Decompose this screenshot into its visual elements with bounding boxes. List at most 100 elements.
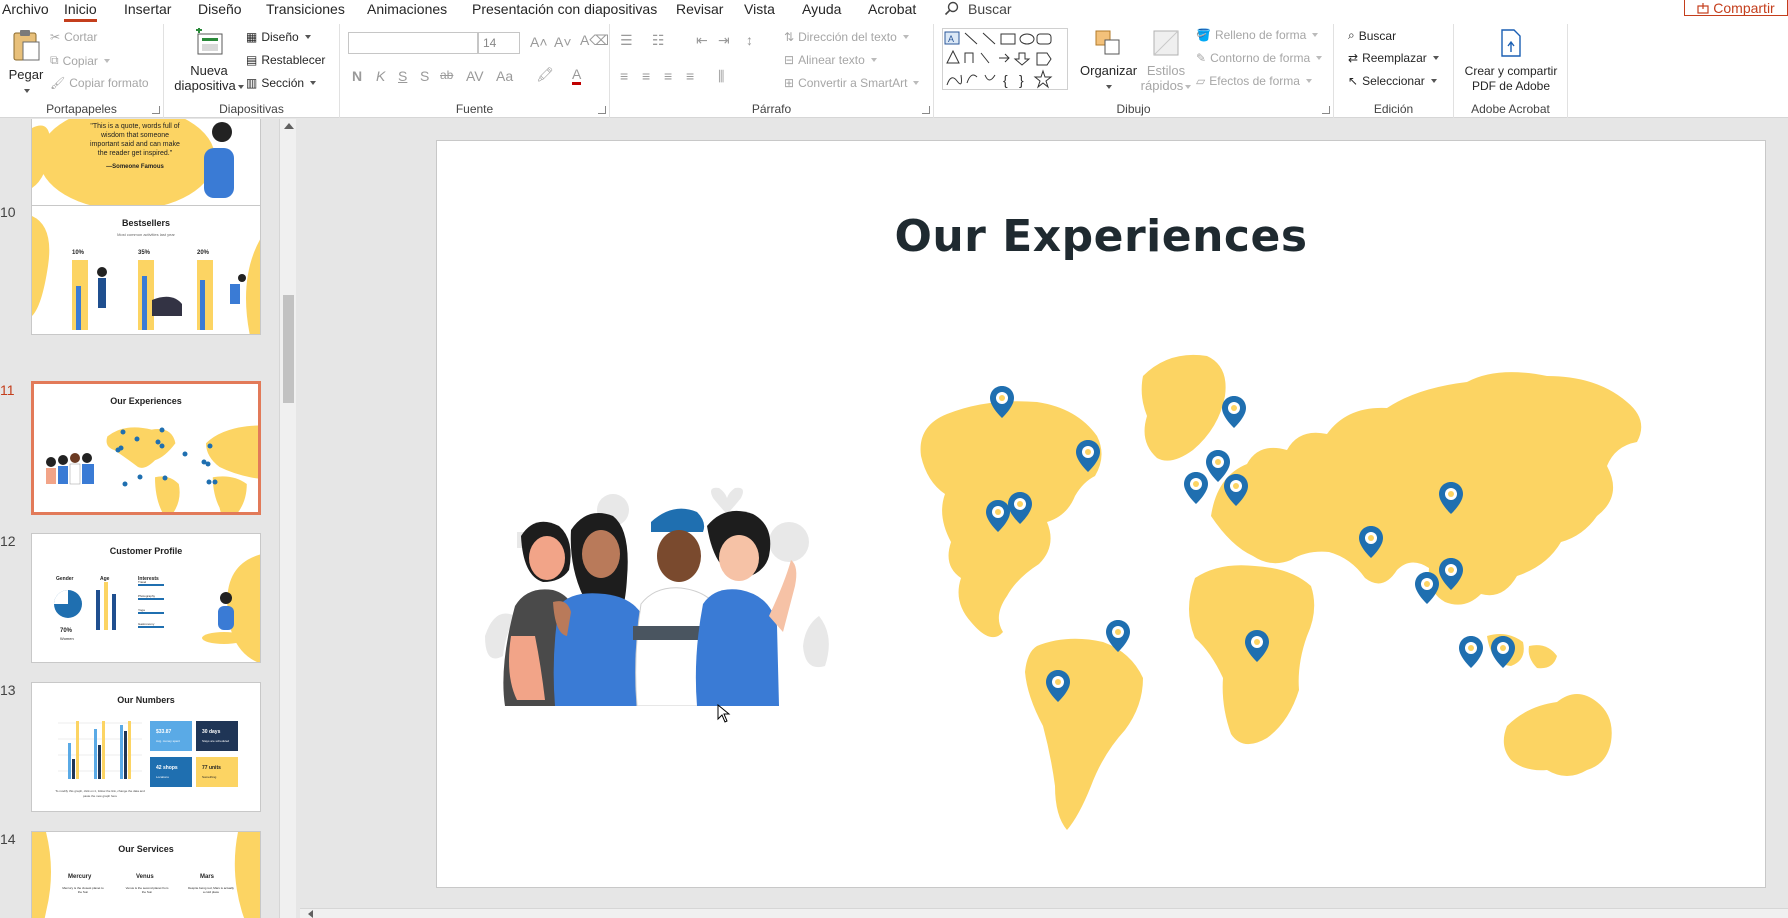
find-button[interactable]: ⌕ Buscar: [1348, 28, 1396, 43]
arrange-button[interactable]: Organizar: [1080, 28, 1138, 93]
slide-title[interactable]: Our Experiences: [437, 211, 1765, 262]
slide-number-13: 13: [0, 682, 16, 698]
tab-diseno[interactable]: Diseño: [198, 0, 242, 18]
world-map[interactable]: [907, 346, 1667, 846]
drawing-launcher-icon[interactable]: [1322, 106, 1330, 114]
create-pdf-icon: [1501, 29, 1521, 57]
char-spacing-icon[interactable]: AV: [466, 68, 484, 84]
align-left-icon[interactable]: ≡: [620, 68, 628, 84]
slide-thumbnail-14[interactable]: Our Services Mercury Mercury is the clos…: [31, 831, 261, 918]
tab-vista[interactable]: Vista: [744, 0, 775, 18]
quick-styles-button[interactable]: Estilos rápidos: [1140, 28, 1192, 93]
replace-label: Reemplazar: [1362, 51, 1427, 65]
slide-thumbnail-12[interactable]: Customer Profile Gender Age Interests 70…: [31, 533, 261, 663]
tab-archivo[interactable]: Archivo: [2, 0, 49, 18]
font-color-icon[interactable]: A: [572, 66, 582, 85]
new-slide-label-1: Nueva: [190, 63, 228, 78]
align-center-icon[interactable]: ≡: [642, 68, 650, 84]
arrange-label: Organizar: [1080, 63, 1138, 78]
font-size-combo[interactable]: 14: [478, 32, 520, 54]
tab-acrobat[interactable]: Acrobat: [868, 0, 916, 18]
slide-thumbnail-11[interactable]: Our Experiences: [31, 381, 261, 515]
group-paragraph: ☰ ☷ ⇤ ⇥ ↕ ⇅ Dirección del texto ⊟ Alinea…: [610, 24, 934, 118]
paste-button[interactable]: Pegar: [6, 28, 46, 97]
shrink-font-icon[interactable]: A˅: [554, 34, 572, 50]
columns-icon[interactable]: ⫼: [718, 68, 724, 85]
copy-label: Copiar: [62, 53, 98, 68]
highlight-icon[interactable]: 🖍: [536, 66, 554, 83]
shape-effects-button[interactable]: ▱ Efectos de forma: [1196, 74, 1312, 88]
search-box[interactable]: Buscar: [944, 0, 1012, 18]
select-button[interactable]: ↖ Seleccionar: [1348, 74, 1437, 88]
tab-inicio[interactable]: Inicio: [64, 0, 97, 22]
bold-button[interactable]: N: [352, 68, 362, 84]
reset-button[interactable]: ▤ Restablecer: [246, 53, 325, 67]
format-painter-button[interactable]: 🖌 Copiar formato: [50, 76, 149, 90]
paragraph-launcher-icon[interactable]: [922, 106, 930, 114]
current-slide[interactable]: Our Experiences: [436, 140, 1766, 888]
tab-presentacion[interactable]: Presentación con diapositivas: [472, 0, 657, 18]
scroll-left-icon[interactable]: [308, 910, 313, 918]
shapes-gallery[interactable]: A { }: [942, 28, 1068, 90]
tab-revisar[interactable]: Revisar: [676, 0, 723, 18]
scrollbar-thumb[interactable]: [283, 295, 294, 403]
line-spacing-icon[interactable]: ↕: [746, 32, 753, 48]
strikethrough-button[interactable]: ab: [440, 68, 453, 82]
decrease-indent-icon[interactable]: ⇤: [696, 32, 708, 49]
group-editing: ⌕ Buscar ⇄ Reemplazar ↖ Seleccionar Edic…: [1334, 24, 1454, 118]
clipboard-paste-icon: [13, 30, 40, 61]
increase-indent-icon[interactable]: ⇥: [718, 32, 730, 49]
slide-thumbnail-13[interactable]: Our Numbers $33.87 Avg. money spent 30 d…: [31, 682, 261, 812]
numbering-icon[interactable]: ☷: [652, 32, 665, 49]
section-label: Sección: [261, 76, 305, 90]
share-icon: [1697, 2, 1709, 14]
align-right-icon[interactable]: ≡: [664, 68, 672, 84]
thumb-9-quote: "This is a quote, words full of wisdom t…: [90, 123, 180, 157]
font-name-combo[interactable]: [348, 32, 478, 54]
scroll-up-icon[interactable]: [284, 123, 294, 129]
slides-group-label: Diapositivas: [219, 102, 284, 116]
thumbnail-scrollbar[interactable]: [279, 119, 296, 918]
tab-insertar[interactable]: Insertar: [124, 0, 171, 18]
group-drawing: A { } Organizar Estilos rápidos 🪣 Rellen…: [934, 24, 1334, 118]
tab-transiciones[interactable]: Transiciones: [266, 0, 345, 18]
tab-ayuda[interactable]: Ayuda: [802, 0, 841, 18]
shapes-gallery-icons: A { }: [944, 31, 1053, 89]
shadow-button[interactable]: S: [420, 68, 429, 84]
thumb-13-box3-big: 42 shops: [156, 765, 178, 771]
editing-group-label: Edición: [1373, 102, 1414, 116]
text-direction-button[interactable]: ⇅ Dirección del texto: [784, 30, 909, 44]
cut-button[interactable]: ✂ Cortar: [50, 30, 97, 44]
copy-button[interactable]: ⧉ Copiar: [50, 53, 110, 68]
layout-button[interactable]: ▦ Diseño: [246, 30, 311, 44]
underline-button[interactable]: S: [398, 68, 407, 84]
replace-button[interactable]: ⇄ Reemplazar: [1348, 51, 1439, 65]
mouse-cursor-icon: [717, 704, 731, 723]
change-case-icon[interactable]: Aa: [496, 68, 513, 84]
thumb-12-title: Customer Profile: [109, 546, 183, 556]
thumb-14-service-3-desc: Despite being red, Mars is actually a co…: [188, 886, 234, 894]
clear-format-icon[interactable]: A⌫: [580, 32, 609, 49]
grow-font-icon[interactable]: A˄: [530, 34, 548, 50]
create-pdf-button[interactable]: Crear y compartir PDF de Adobe: [1458, 28, 1564, 94]
slide-thumbnail-10[interactable]: Bestsellers Most common activities last …: [31, 205, 261, 335]
arrange-icon: [1095, 30, 1120, 55]
align-text-button[interactable]: ⊟ Alinear texto: [784, 53, 877, 67]
italic-button[interactable]: K: [376, 68, 385, 84]
shape-fill-button[interactable]: 🪣 Relleno de forma: [1196, 28, 1319, 42]
horizontal-scrollbar[interactable]: [300, 908, 1788, 918]
thumb-14-service-1: Mercury: [68, 874, 92, 880]
tab-animaciones[interactable]: Animaciones: [367, 0, 447, 18]
section-button[interactable]: ▥ Sección: [246, 76, 317, 90]
smartart-button[interactable]: ⊞ Convertir a SmartArt: [784, 76, 920, 90]
slide-number-14: 14: [0, 831, 16, 847]
powerpoint-window: Archivo Inicio Insertar Diseño Transicio…: [0, 0, 1788, 918]
bullets-icon[interactable]: ☰: [620, 32, 633, 49]
share-button[interactable]: Compartir: [1684, 0, 1788, 16]
clipboard-launcher-icon[interactable]: [152, 106, 160, 114]
justify-icon[interactable]: ≡: [686, 68, 694, 84]
shape-outline-button[interactable]: ✎ Contorno de forma: [1196, 51, 1323, 65]
font-launcher-icon[interactable]: [598, 106, 606, 114]
new-slide-button[interactable]: Nueva diapositiva: [174, 27, 244, 93]
create-pdf-label-2: PDF de Adobe: [1471, 79, 1551, 93]
